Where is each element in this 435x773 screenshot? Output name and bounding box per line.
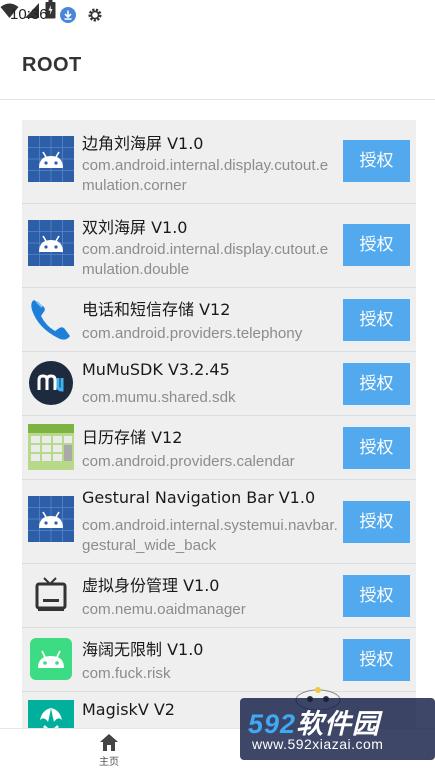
nav-home[interactable]: 主页 — [92, 733, 126, 771]
android-grid-icon — [28, 220, 74, 266]
android-grid-icon — [28, 496, 74, 542]
download-icon — [60, 7, 76, 23]
site-watermark: 592软件园 www.592xiazai.com — [240, 687, 435, 773]
app-package: com.fuck.risk — [82, 665, 171, 682]
grant-button[interactable]: 授权 — [343, 363, 410, 405]
list-item: 边角刘海屏 V1.0 com.android.internal.display.… — [22, 120, 416, 204]
app-package: com.android.providers.calendar — [82, 453, 295, 470]
app-package: com.android.internal.systemui.navbar.ges… — [82, 517, 338, 554]
grant-button[interactable]: 授权 — [343, 224, 410, 266]
app-name: MuMuSDK V3.2.45 — [82, 360, 230, 379]
app-name: 边角刘海屏 V1.0 — [82, 134, 204, 153]
app-package: com.android.providers.telephony — [82, 325, 303, 342]
watermark-brand-num: 592 — [248, 709, 297, 739]
app-name: 双刘海屏 V1.0 — [82, 218, 188, 237]
app-name: MagiskV V2 — [82, 700, 175, 719]
page-title: ROOT — [22, 54, 82, 76]
settings-icon — [88, 8, 102, 22]
list-item: 电话和短信存储 V12 com.android.providers.teleph… — [22, 288, 416, 352]
home-icon — [100, 734, 118, 751]
status-time: 10:36 — [10, 6, 48, 23]
app-name: 虚拟身份管理 V1.0 — [82, 576, 220, 595]
app-package: com.nemu.oaidmanager — [82, 601, 246, 618]
watermark-url: www.592xiazai.com — [252, 736, 384, 752]
watermark-box: 592软件园 www.592xiazai.com — [240, 698, 435, 760]
app-list[interactable]: 边角刘海屏 V1.0 com.android.internal.display.… — [22, 120, 416, 728]
grant-button[interactable]: 授权 — [343, 140, 410, 182]
app-package: com.android.internal.display.cutout.emul… — [82, 157, 329, 194]
list-item: 双刘海屏 V1.0 com.android.internal.display.c… — [22, 204, 416, 288]
grant-button[interactable]: 授权 — [343, 501, 410, 543]
tv-icon — [35, 577, 67, 611]
nav-home-label: 主页 — [99, 757, 119, 768]
app-name: 海阔无限制 V1.0 — [82, 640, 204, 659]
list-item: Gestural Navigation Bar V1.0 com.android… — [22, 480, 416, 564]
android-green-icon — [30, 638, 72, 680]
app-name: 日历存储 V12 — [82, 428, 183, 447]
grant-button[interactable]: 授权 — [343, 427, 410, 469]
mumu-icon — [29, 361, 73, 405]
watermark-brand-text: 软件园 — [296, 709, 381, 739]
grant-button[interactable]: 授权 — [343, 639, 410, 681]
calendar-icon — [28, 424, 74, 470]
grant-button[interactable]: 授权 — [343, 575, 410, 617]
android-grid-icon — [28, 136, 74, 182]
app-package: com.android.internal.display.cutout.emul… — [82, 241, 329, 278]
list-item: 日历存储 V12 com.android.providers.calendar … — [22, 416, 416, 480]
app-package: com.mumu.shared.sdk — [82, 389, 236, 406]
app-bar: ROOT — [0, 30, 435, 100]
app-name: 电话和短信存储 V12 — [82, 300, 231, 319]
list-item: 虚拟身份管理 V1.0 com.nemu.oaidmanager 授权 — [22, 564, 416, 628]
list-item: 海阔无限制 V1.0 com.fuck.risk 授权 — [22, 628, 416, 692]
phone-icon — [31, 300, 70, 340]
magisk-icon — [28, 700, 74, 728]
status-bar: 10:36 — [0, 0, 435, 30]
list-item: MuMuSDK V3.2.45 com.mumu.shared.sdk 授权 — [22, 352, 416, 416]
grant-button[interactable]: 授权 — [343, 299, 410, 341]
app-name: Gestural Navigation Bar V1.0 — [82, 488, 316, 507]
